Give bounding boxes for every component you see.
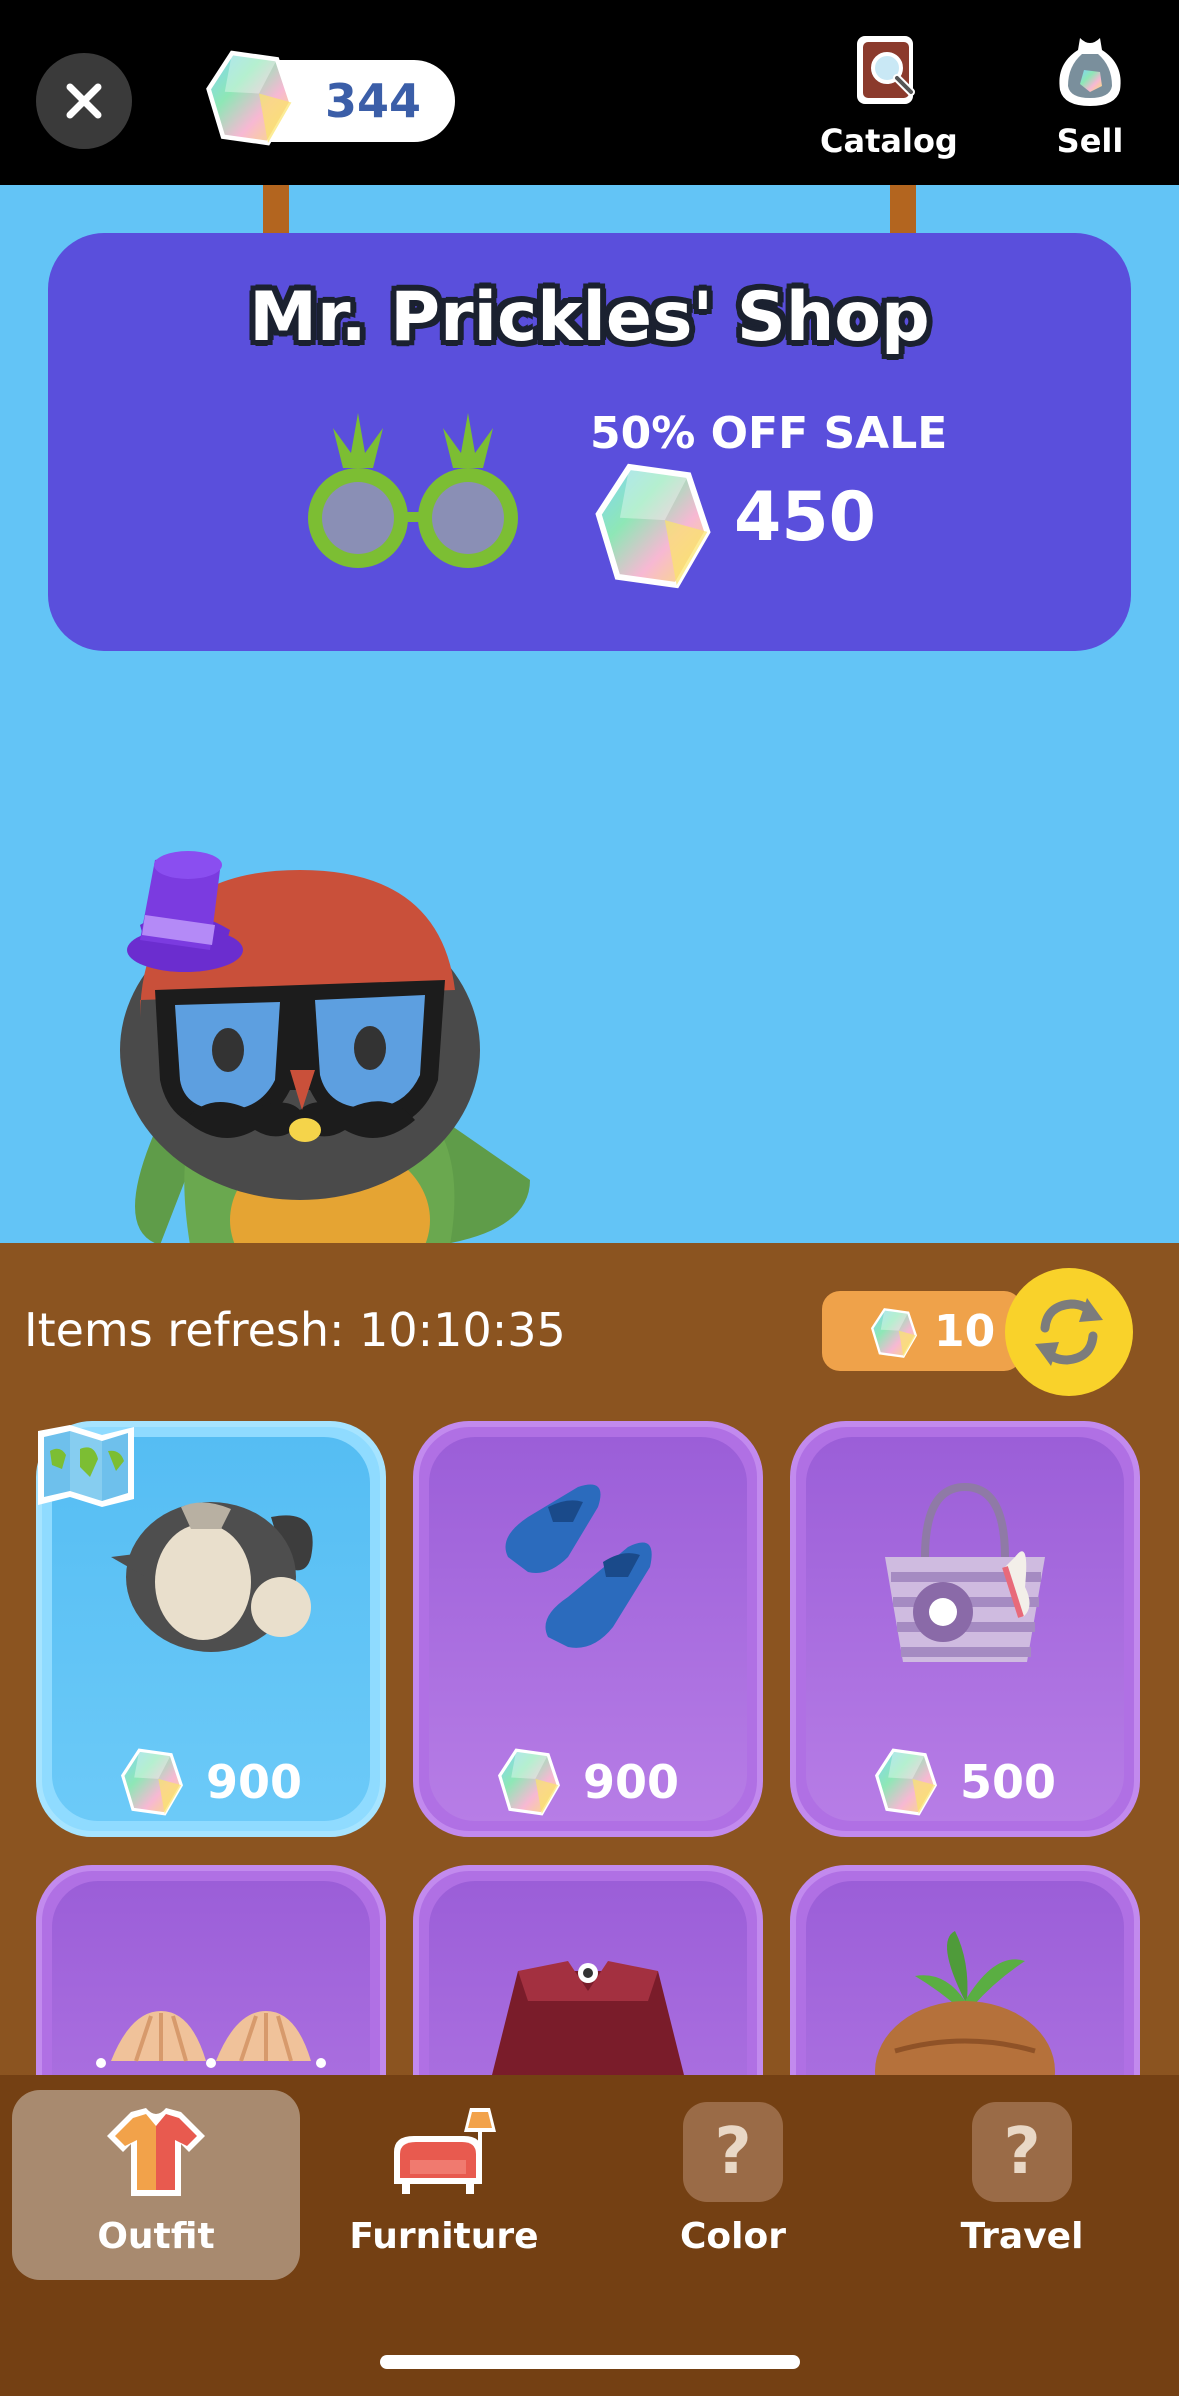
penguin-outfit-icon bbox=[111, 1502, 313, 1652]
tab-travel-label: Travel bbox=[960, 2216, 1084, 2257]
shop-title: Mr. Prickles' Shop bbox=[249, 278, 930, 357]
item-price-value: 900 bbox=[582, 1755, 680, 1809]
item-price: 900 bbox=[42, 1747, 380, 1817]
sale-label: 50% OFF SALE bbox=[590, 408, 948, 459]
flippers-icon bbox=[505, 1484, 652, 1648]
shop-item-card[interactable] bbox=[36, 1865, 386, 2075]
close-button[interactable] bbox=[36, 53, 132, 149]
gem-icon bbox=[497, 1747, 561, 1817]
gem-icon bbox=[874, 1747, 938, 1817]
gem-count: 344 bbox=[325, 74, 422, 128]
shop-item-card[interactable]: 900 bbox=[413, 1421, 763, 1837]
red-cape-icon bbox=[492, 1961, 684, 2075]
shop-item-card[interactable] bbox=[790, 1865, 1140, 2075]
catalog-label: Catalog bbox=[820, 122, 958, 160]
sale-price: 450 bbox=[734, 478, 876, 557]
shopkeeper-owl-character bbox=[120, 851, 530, 1243]
tab-furniture[interactable]: Furniture bbox=[300, 2090, 588, 2280]
sell-button[interactable]: Sell bbox=[1050, 30, 1130, 160]
item-art bbox=[42, 1971, 380, 2075]
pineapple-sunglasses-icon bbox=[308, 413, 518, 568]
tab-furniture-label: Furniture bbox=[349, 2216, 539, 2257]
item-art bbox=[796, 1921, 1134, 2075]
refresh-icon bbox=[1035, 1298, 1103, 1366]
tab-outfit[interactable]: Outfit bbox=[12, 2090, 300, 2280]
item-price-value: 900 bbox=[205, 1755, 303, 1809]
shop-banner[interactable]: Mr. Prickles' Shop 50% OFF SALE 450 bbox=[48, 233, 1131, 651]
gem-icon bbox=[205, 48, 295, 148]
item-art bbox=[419, 1931, 757, 2075]
locked-question-icon: ? bbox=[972, 2102, 1072, 2202]
gem-icon bbox=[593, 461, 713, 591]
onion-hat-icon bbox=[875, 1931, 1055, 2075]
item-art bbox=[796, 1467, 1134, 1687]
item-art bbox=[42, 1467, 380, 1667]
catalog-book-icon bbox=[856, 36, 915, 104]
item-price-value: 500 bbox=[959, 1755, 1057, 1809]
catalog-button[interactable]: Catalog bbox=[820, 30, 958, 160]
sell-bag-icon bbox=[1059, 38, 1121, 106]
home-indicator[interactable] bbox=[380, 2355, 800, 2369]
refresh-timer: Items refresh: 10:10:35 bbox=[24, 1303, 566, 1357]
gem-balance: 344 bbox=[215, 60, 455, 142]
item-price: 500 bbox=[796, 1747, 1134, 1817]
refresh-cost-pill[interactable]: 10 bbox=[822, 1291, 1022, 1371]
gem-icon bbox=[120, 1747, 184, 1817]
tab-travel[interactable]: ? Travel bbox=[878, 2090, 1166, 2280]
shop-item-card[interactable]: 900 bbox=[36, 1421, 386, 1837]
beach-bag-icon bbox=[885, 1482, 1045, 1662]
shop-item-card[interactable] bbox=[413, 1865, 763, 2075]
seashell-top-icon bbox=[96, 2011, 326, 2068]
refresh-cost: 10 bbox=[934, 1306, 996, 1357]
outfit-shirt-icon bbox=[107, 2108, 205, 2196]
shop-items-panel: Items refresh: 10:10:35 10 900 900 500 bbox=[0, 1243, 1179, 2075]
close-icon bbox=[66, 83, 102, 119]
top-bar: 344 Catalog Sell bbox=[0, 0, 1179, 185]
sell-label: Sell bbox=[1056, 122, 1124, 160]
furniture-sofa-icon bbox=[394, 2108, 496, 2194]
refresh-button[interactable] bbox=[1005, 1268, 1133, 1396]
item-art bbox=[419, 1467, 757, 1667]
tab-color[interactable]: ? Color bbox=[589, 2090, 877, 2280]
gem-icon bbox=[870, 1307, 918, 1359]
tab-outfit-label: Outfit bbox=[97, 2216, 215, 2257]
tab-color-label: Color bbox=[680, 2216, 786, 2257]
shop-scene: Mr. Prickles' Shop 50% OFF SALE 450 bbox=[0, 185, 1179, 1243]
item-price: 900 bbox=[419, 1747, 757, 1817]
locked-question-icon: ? bbox=[683, 2102, 783, 2202]
bottom-nav: Outfit Furniture ? Color ? Travel bbox=[0, 2075, 1179, 2396]
shop-item-card[interactable]: 500 bbox=[790, 1421, 1140, 1837]
